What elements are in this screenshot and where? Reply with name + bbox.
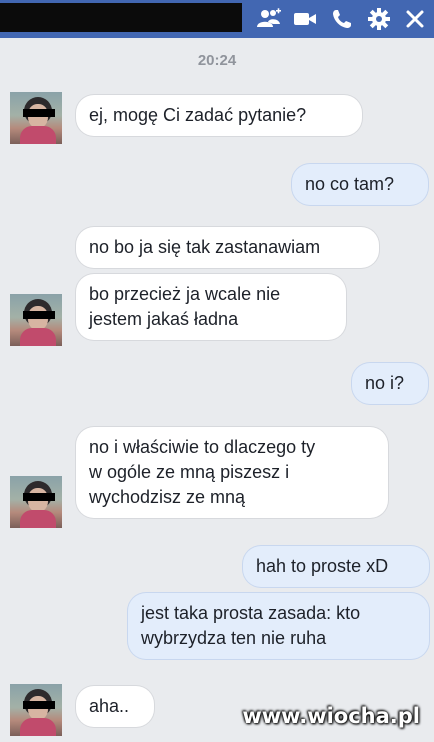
contact-name-redacted	[0, 3, 242, 32]
outgoing-message[interactable]: hah to proste xD	[243, 546, 429, 587]
incoming-message[interactable]: no bo ja się tak zastanawiam	[76, 227, 379, 268]
incoming-message[interactable]: ej, mogę Ci zadać pytanie?	[76, 95, 362, 136]
outgoing-message[interactable]: no co tam?	[292, 164, 428, 205]
watermark: www.wiocha.pl	[242, 704, 420, 728]
outgoing-message[interactable]: no i?	[352, 363, 428, 404]
video-camera-icon[interactable]	[292, 7, 318, 31]
gear-icon[interactable]	[366, 7, 392, 31]
outgoing-message[interactable]: jest taka prosta zasada: kto wybrzydza t…	[128, 593, 429, 659]
message-thread[interactable]: 20:24 ej, mogę Ci zadać pytanie? no co t…	[0, 38, 434, 742]
close-icon[interactable]	[402, 7, 428, 31]
add-person-icon[interactable]	[256, 7, 282, 31]
incoming-message[interactable]: bo przecież ja wcale nie jestem jakaś ła…	[76, 274, 346, 340]
message-timestamp: 20:24	[197, 52, 237, 69]
contact-avatar[interactable]	[10, 684, 62, 736]
contact-avatar[interactable]	[10, 92, 62, 144]
contact-avatar[interactable]	[10, 294, 62, 346]
incoming-message[interactable]: no i właściwie to dlaczego ty w ogóle ze…	[76, 427, 388, 518]
contact-avatar[interactable]	[10, 476, 62, 528]
phone-icon[interactable]	[330, 7, 356, 31]
chat-header	[0, 0, 434, 38]
incoming-message[interactable]: aha..	[76, 686, 154, 727]
